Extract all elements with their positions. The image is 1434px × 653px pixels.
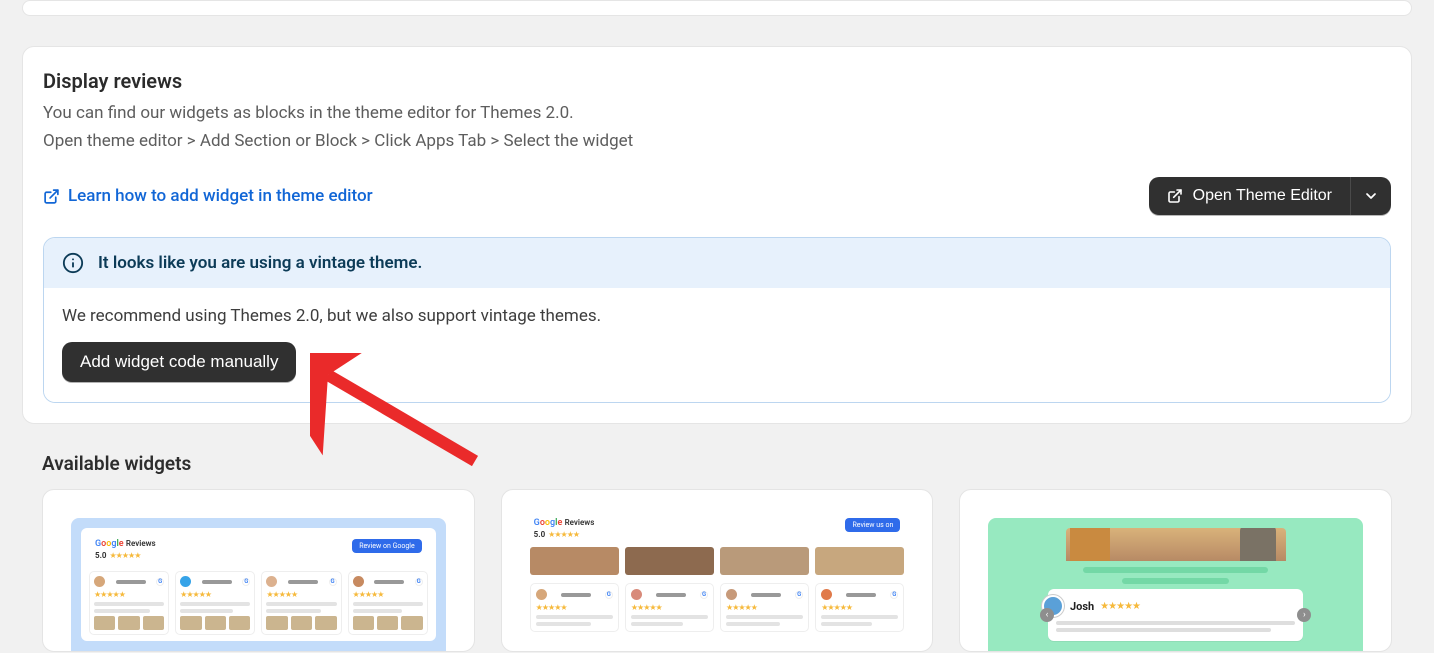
- alert-header: It looks like you are using a vintage th…: [44, 238, 1390, 288]
- section-title: Display reviews: [43, 69, 1391, 93]
- reviewer-name: Josh: [1070, 600, 1094, 613]
- info-icon: [62, 252, 84, 274]
- review-us-button: Review us on: [845, 518, 900, 532]
- previous-card-edge: [22, 0, 1412, 16]
- alert-body-text: We recommend using Themes 2.0, but we al…: [62, 306, 1372, 326]
- stars-icon: ★★★★★: [94, 590, 164, 599]
- external-link-icon: [1167, 188, 1183, 204]
- widget-card-1[interactable]: Google Reviews 5.0★★★★★ Review on Google…: [42, 489, 475, 652]
- learn-link[interactable]: Learn how to add widget in theme editor: [43, 186, 373, 206]
- stars-icon: ★★★★★: [110, 551, 141, 560]
- stars-icon: ★★★★★: [548, 530, 579, 539]
- open-theme-editor-group: Open Theme Editor: [1149, 177, 1391, 215]
- stars-icon: ★★★★★: [353, 590, 423, 599]
- chevron-down-icon: [1363, 188, 1379, 204]
- alert-body: We recommend using Themes 2.0, but we al…: [44, 288, 1390, 402]
- stars-icon: ★★★★★: [821, 603, 898, 612]
- widget-preview: ‹ › Josh ★★★★★: [988, 518, 1363, 651]
- review-us-button: Review on Google: [352, 539, 421, 553]
- vintage-theme-alert: It looks like you are using a vintage th…: [43, 237, 1391, 403]
- widget-preview: Google Reviews 5.0★★★★★ Review us on G★★…: [530, 518, 905, 651]
- section-subtitle-2: Open theme editor > Add Section or Block…: [43, 127, 1391, 155]
- stars-icon: ★★★★★: [726, 603, 803, 612]
- stars-icon: ★★★★★: [1100, 601, 1140, 612]
- reviews-word: Reviews: [126, 539, 156, 548]
- stars-icon: ★★★★★: [631, 603, 708, 612]
- google-logo: Google Reviews: [534, 518, 595, 528]
- google-logo: Google Reviews: [95, 539, 156, 549]
- section-subtitle-1: You can find our widgets as blocks in th…: [43, 99, 1391, 127]
- carousel-prev-icon: ‹: [1040, 608, 1054, 622]
- reviews-word: Reviews: [565, 518, 595, 527]
- widget-preview: Google Reviews 5.0★★★★★ Review on Google…: [71, 518, 446, 651]
- score-label: 5.0: [95, 551, 107, 560]
- open-theme-editor-dropdown[interactable]: [1350, 177, 1391, 215]
- add-widget-manually-button[interactable]: Add widget code manually: [62, 342, 296, 382]
- open-theme-editor-label: Open Theme Editor: [1193, 187, 1332, 205]
- widget-card-2[interactable]: Google Reviews 5.0★★★★★ Review us on G★★…: [501, 489, 934, 652]
- stars-icon: ★★★★★: [180, 590, 250, 599]
- external-link-icon: [43, 188, 60, 205]
- carousel-next-icon: ›: [1297, 608, 1311, 622]
- add-widget-manually-label: Add widget code manually: [80, 352, 278, 371]
- widgets-row: Google Reviews 5.0★★★★★ Review on Google…: [22, 489, 1412, 652]
- stars-icon: ★★★★★: [266, 590, 336, 599]
- open-theme-editor-button[interactable]: Open Theme Editor: [1149, 177, 1350, 215]
- stars-icon: ★★★★★: [536, 603, 613, 612]
- display-reviews-card: Display reviews You can find our widgets…: [22, 46, 1412, 424]
- actions-row: Learn how to add widget in theme editor …: [43, 177, 1391, 215]
- learn-link-label: Learn how to add widget in theme editor: [68, 186, 373, 206]
- widget-card-3[interactable]: ‹ › Josh ★★★★★: [959, 489, 1392, 652]
- alert-title: It looks like you are using a vintage th…: [98, 253, 422, 273]
- available-widgets-heading: Available widgets: [22, 424, 1412, 489]
- score-label: 5.0: [534, 530, 546, 539]
